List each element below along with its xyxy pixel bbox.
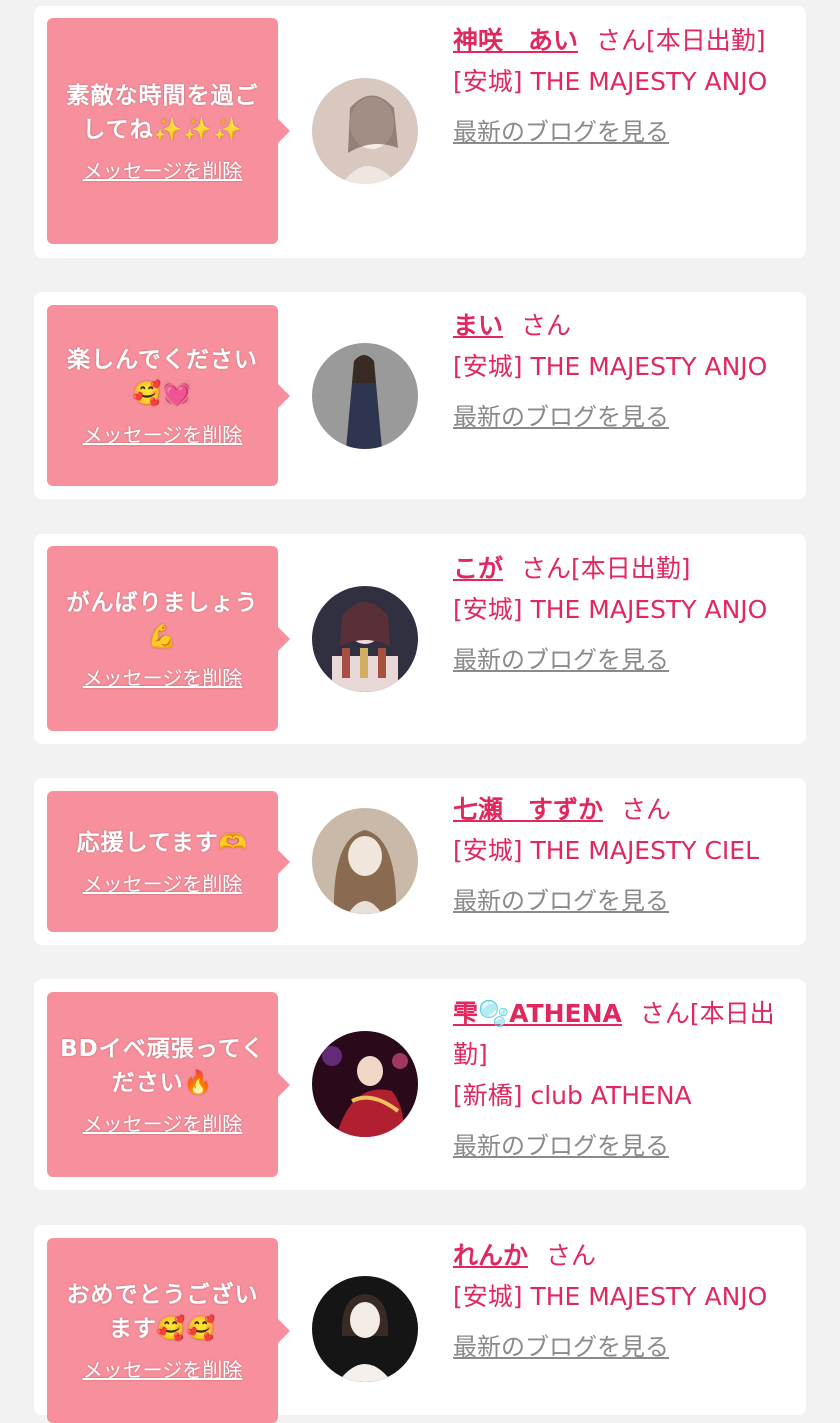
latest-blog-link[interactable]: 最新のブログを見る xyxy=(453,1126,798,1167)
cast-info: 七瀬 すずか さん [安城] THE MAJESTY CIEL 最新のブログを見る xyxy=(453,789,803,922)
message-text: 素敵な時間を過ごしてね✨✨✨ xyxy=(66,82,259,143)
avatar-image xyxy=(312,1276,418,1382)
avatar[interactable] xyxy=(312,343,418,449)
latest-blog-link[interactable]: 最新のブログを見る xyxy=(453,1327,798,1368)
message-bubble: BDイベ頑張ってください🔥 メッセージを削除 xyxy=(47,992,290,1177)
latest-blog-link[interactable]: 最新のブログを見る xyxy=(453,112,798,153)
cast-info: こが さん[本日出勤] [安城] THE MAJESTY ANJO 最新のブログを… xyxy=(453,548,798,681)
list-item: がんばりましょう💪 メッセージを削除 こが さん[本日出勤] [安城] THE M… xyxy=(34,534,806,744)
message-text: 楽しんでください🥰💓 xyxy=(67,347,258,407)
cast-name-link[interactable]: まい xyxy=(453,311,503,340)
message-bubble: 楽しんでください🥰💓 メッセージを削除 xyxy=(47,305,290,486)
attendance-status: [本日出勤] xyxy=(571,554,691,583)
latest-blog-link[interactable]: 最新のブログを見る xyxy=(453,640,798,681)
list-item: BDイベ頑張ってください🔥 メッセージを削除 雫🫧ATHENA さん[本日出勤] … xyxy=(34,979,806,1190)
message-bubble: おめでとうございます🥰🥰 メッセージを削除 xyxy=(47,1238,290,1423)
avatar[interactable] xyxy=(312,78,418,184)
cast-name-link[interactable]: れんか xyxy=(453,1241,528,1270)
list-item: 楽しんでください🥰💓 メッセージを削除 まい さん [安城] THE MAJEST… xyxy=(34,292,806,499)
avatar[interactable] xyxy=(312,808,418,914)
honorific: さん xyxy=(596,26,647,55)
avatar-image xyxy=(312,808,418,914)
shop-name: [安城] THE MAJESTY ANJO xyxy=(453,352,768,381)
message-text: おめでとうございます🥰🥰 xyxy=(66,1282,259,1342)
latest-blog-link[interactable]: 最新のブログを見る xyxy=(453,397,798,438)
cast-name-link[interactable]: 雫🫧ATHENA xyxy=(453,999,622,1028)
avatar-image xyxy=(312,586,418,692)
avatar-image xyxy=(312,1031,418,1137)
cast-name-link[interactable]: こが xyxy=(453,554,503,583)
honorific: さん xyxy=(639,999,690,1028)
honorific: さん xyxy=(521,554,572,583)
delete-message-link[interactable]: メッセージを削除 xyxy=(83,419,243,448)
shop-name: [新橋] club ATHENA xyxy=(453,1081,692,1110)
message-bubble: 応援してます🫶 メッセージを削除 xyxy=(47,791,290,932)
message-text: 応援してます🫶 xyxy=(76,830,249,856)
list-item: 応援してます🫶 メッセージを削除 七瀬 すずか さん [安城] THE MAJES… xyxy=(34,778,806,945)
cast-name-link[interactable]: 神咲 あい xyxy=(453,26,578,55)
avatar[interactable] xyxy=(312,1276,418,1382)
shop-name: [安城] THE MAJESTY ANJO xyxy=(453,1282,768,1311)
cast-info: 神咲 あい さん[本日出勤] [安城] THE MAJESTY ANJO 最新のブ… xyxy=(453,20,798,153)
delete-message-link[interactable]: メッセージを削除 xyxy=(83,662,243,691)
shop-name: [安城] THE MAJESTY ANJO xyxy=(453,67,768,96)
avatar[interactable] xyxy=(312,586,418,692)
list-item: おめでとうございます🥰🥰 メッセージを削除 れんか さん [安城] THE MAJ… xyxy=(34,1225,806,1423)
message-text: がんばりましょう💪 xyxy=(66,590,259,650)
delete-message-link[interactable]: メッセージを削除 xyxy=(83,868,243,897)
cast-info: 雫🫧ATHENA さん[本日出勤] [新橋] club ATHENA 最新のブログ… xyxy=(453,993,798,1167)
cast-name-link[interactable]: 七瀬 すずか xyxy=(453,795,603,824)
list-item: 素敵な時間を過ごしてね✨✨✨ メッセージを削除 神咲 あい さん[本日出勤] [安… xyxy=(34,6,806,258)
message-bubble: 素敵な時間を過ごしてね✨✨✨ メッセージを削除 xyxy=(47,18,290,244)
attendance-status: [本日出勤] xyxy=(646,26,766,55)
avatar[interactable] xyxy=(312,1031,418,1137)
shop-name: [安城] THE MAJESTY CIEL xyxy=(453,836,760,865)
cast-info: れんか さん [安城] THE MAJESTY ANJO 最新のブログを見る xyxy=(453,1235,798,1368)
avatar-image xyxy=(312,78,418,184)
honorific: さん xyxy=(621,795,672,824)
delete-message-link[interactable]: メッセージを削除 xyxy=(83,1108,243,1137)
message-text: BDイベ頑張ってください🔥 xyxy=(60,1036,265,1096)
avatar-image xyxy=(312,343,418,449)
delete-message-link[interactable]: メッセージを削除 xyxy=(83,1354,243,1383)
shop-name: [安城] THE MAJESTY ANJO xyxy=(453,595,768,624)
honorific: さん xyxy=(521,311,572,340)
cast-info: まい さん [安城] THE MAJESTY ANJO 最新のブログを見る xyxy=(453,305,798,438)
honorific: さん xyxy=(546,1241,597,1270)
latest-blog-link[interactable]: 最新のブログを見る xyxy=(453,881,803,922)
message-bubble: がんばりましょう💪 メッセージを削除 xyxy=(47,546,290,731)
delete-message-link[interactable]: メッセージを削除 xyxy=(83,155,243,184)
